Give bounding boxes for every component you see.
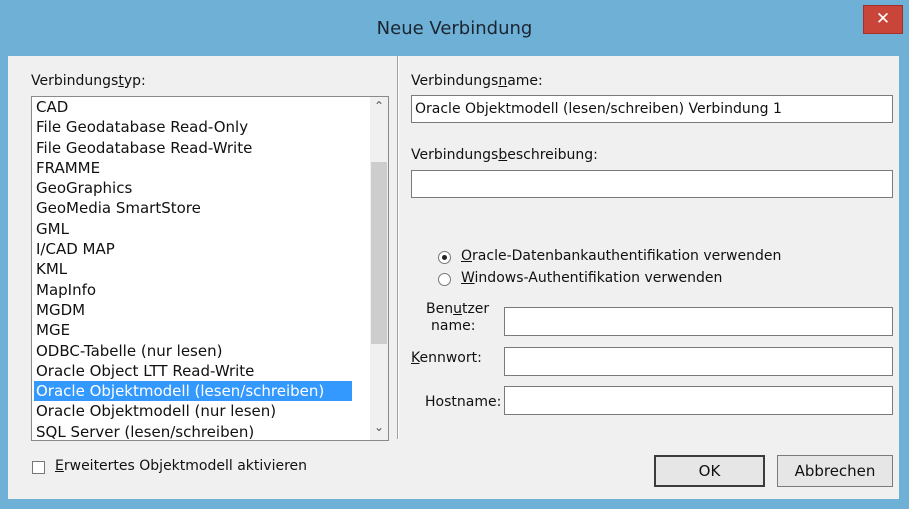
panel-divider-highlight [398, 56, 399, 439]
radio-selected-dot [442, 255, 447, 260]
cancel-button[interactable]: Abbrechen [777, 455, 893, 487]
connection-type-items: CAD File Geodatabase Read-Only File Geodat… [34, 97, 352, 440]
close-icon: ✕ [875, 9, 891, 29]
username-label: Benutzer name: [426, 301, 490, 334]
connection-type-label: Verbindungstyp: [31, 73, 146, 89]
list-item[interactable]: KML [34, 259, 352, 279]
list-item[interactable]: GML [34, 219, 352, 239]
oracle-auth-label[interactable]: Oracle-Datenbankauthentifikation verwend… [461, 248, 781, 264]
list-item[interactable]: GeoGraphics [34, 178, 352, 198]
connection-type-list[interactable]: CAD File Geodatabase Read-Only File Geodat… [31, 96, 389, 441]
connection-description-label: Verbindungsbeschreibung: [411, 147, 598, 163]
oracle-auth-radio[interactable] [438, 251, 451, 264]
list-item[interactable]: Oracle Objektmodell (lesen/schreiben) [34, 381, 352, 402]
ok-button[interactable]: OK [654, 455, 765, 487]
windows-auth-radio[interactable] [438, 273, 451, 286]
list-item[interactable]: CAD [34, 97, 352, 117]
list-item[interactable]: File Geodatabase Read-Only [34, 117, 352, 137]
list-scrollbar[interactable]: ⌃ ⌄ [370, 97, 388, 440]
scroll-up-icon[interactable]: ⌃ [370, 99, 388, 113]
list-item[interactable]: FRAMME [34, 158, 352, 178]
scroll-down-icon[interactable]: ⌄ [370, 420, 388, 434]
connection-name-label: Verbindungsname: [411, 73, 543, 89]
username-input[interactable] [504, 307, 893, 336]
password-input[interactable] [504, 347, 893, 376]
list-item[interactable]: MapInfo [34, 280, 352, 300]
extended-model-label[interactable]: Erweitertes Objektmodell aktivieren [55, 458, 307, 474]
connection-description-input[interactable] [411, 170, 893, 198]
list-item[interactable]: SQL Server (lesen/schreiben) [34, 422, 352, 440]
list-item[interactable]: Oracle Objektmodell (nur lesen) [34, 401, 352, 421]
list-item[interactable]: Oracle Object LTT Read-Write [34, 361, 352, 381]
dialog-body: Verbindungstyp: CAD File Geodatabase Read… [8, 56, 899, 499]
password-label: Kennwort: [411, 350, 482, 366]
title-bar: Neue Verbindung ✕ [0, 0, 909, 56]
list-item[interactable]: File Geodatabase Read-Write [34, 138, 352, 158]
list-item[interactable]: I/CAD MAP [34, 239, 352, 259]
list-item[interactable]: MGDM [34, 300, 352, 320]
list-item[interactable]: ODBC-Tabelle (nur lesen) [34, 341, 352, 361]
windows-auth-label[interactable]: Windows-Authentifikation verwenden [461, 270, 722, 286]
list-item[interactable]: GeoMedia SmartStore [34, 198, 352, 218]
connection-name-input[interactable]: Oracle Objektmodell (lesen/schreiben) Ve… [411, 95, 893, 123]
hostname-input[interactable] [504, 386, 893, 415]
extended-model-checkbox[interactable] [32, 461, 45, 474]
dialog-window: Neue Verbindung ✕ Verbindungstyp: CAD Fil… [0, 0, 909, 509]
list-item[interactable]: MGE [34, 320, 352, 340]
window-title: Neue Verbindung [376, 18, 533, 39]
close-button[interactable]: ✕ [863, 5, 903, 34]
scroll-thumb[interactable] [371, 162, 387, 344]
hostname-label: Hostname: [425, 394, 502, 410]
